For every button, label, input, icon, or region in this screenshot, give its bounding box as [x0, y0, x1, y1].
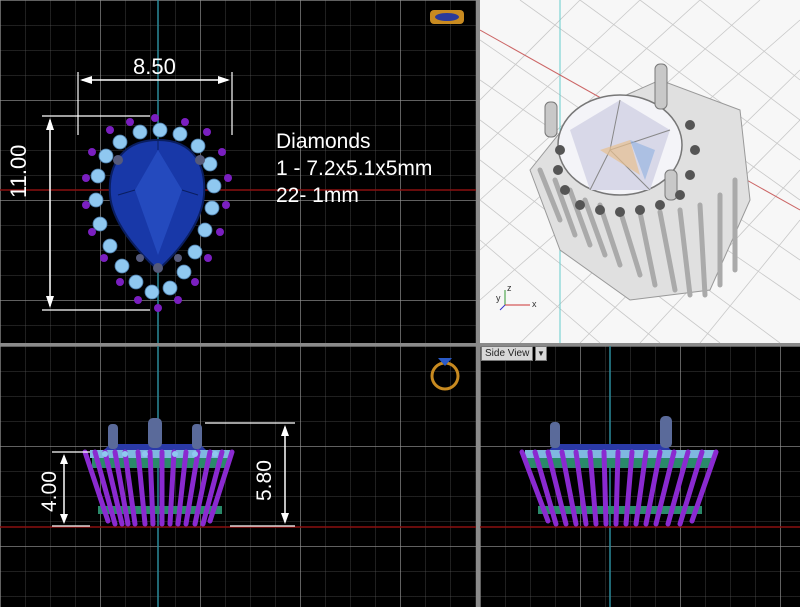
viewport-perspective[interactable]: y z x: [480, 0, 800, 343]
side-ring-render: [519, 416, 719, 527]
axis-gizmo: [499, 290, 530, 311]
height-dimension: 11.00: [6, 144, 31, 198]
ring-icon-front: [430, 358, 460, 391]
perspective-drawing: [480, 0, 800, 343]
axis-label-x: x: [532, 299, 537, 309]
width-dimension: 8.50: [133, 54, 176, 79]
viewport-side[interactable]: [480, 346, 800, 607]
total-height-dimension: 5.80: [253, 460, 276, 501]
ring-icon-top: [430, 10, 464, 24]
side-view-drawing: [480, 346, 800, 607]
axis-label-z: z: [507, 283, 512, 293]
side-view-label[interactable]: Side View: [481, 346, 534, 361]
viewport-dropdown-arrow[interactable]: ▼: [535, 346, 547, 361]
base-height-dimension: 4.00: [38, 471, 61, 512]
notes-title: Diamonds: [276, 130, 371, 153]
viewport-top[interactable]: 8.50 11.00 Diamonds 1 - 7.2x5.1x5mm 22- …: [0, 0, 476, 343]
notes-line1: 1 - 7.2x5.1x5mm: [276, 157, 433, 180]
diamond-notes: Diamonds 1 - 7.2x5.1x5mm 22- 1mm: [276, 128, 432, 209]
viewport-divider-vertical[interactable]: [476, 0, 480, 607]
viewport-divider-horizontal[interactable]: [0, 343, 800, 346]
front-view-drawing: [0, 346, 476, 607]
viewport-front[interactable]: 4.00 5.80: [0, 346, 476, 607]
notes-line2: 22- 1mm: [276, 184, 359, 207]
axis-label-y: y: [496, 293, 501, 303]
